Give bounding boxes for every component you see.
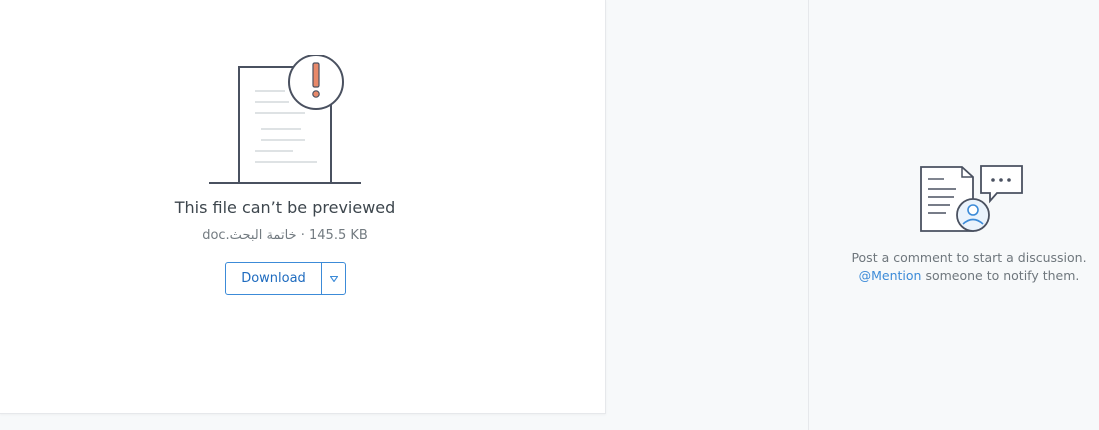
preview-error-title: This file can’t be previewed bbox=[174, 198, 396, 217]
file-preview-panel: This file can’t be previewed خاتمة البحث… bbox=[0, 0, 606, 414]
download-options-button[interactable] bbox=[321, 263, 345, 294]
file-warning-icon bbox=[209, 55, 361, 184]
comments-empty-hint: Post a comment to start a discussion. @M… bbox=[840, 249, 1098, 285]
triangle-down-icon bbox=[329, 275, 338, 282]
file-meta: خاتمة البحث.doc · 145.5 KB bbox=[0, 228, 570, 243]
mention-link[interactable]: @Mention bbox=[859, 268, 922, 283]
file-name: خاتمة البحث.doc bbox=[202, 228, 297, 243]
file-size: 145.5 KB bbox=[309, 228, 368, 243]
app-root: This file can’t be previewed خاتمة البحث… bbox=[0, 0, 1099, 430]
comments-hint-line2: @Mention someone to notify them. bbox=[840, 267, 1098, 285]
download-button-group: Download bbox=[225, 262, 346, 295]
meta-separator: · bbox=[300, 228, 305, 243]
comments-hint-line1: Post a comment to start a discussion. bbox=[851, 250, 1087, 265]
panel-divider bbox=[808, 0, 809, 430]
comment-illustration-icon bbox=[920, 165, 1023, 232]
download-button[interactable]: Download bbox=[226, 263, 321, 294]
comments-hint-line2-text: someone to notify them. bbox=[925, 268, 1080, 283]
